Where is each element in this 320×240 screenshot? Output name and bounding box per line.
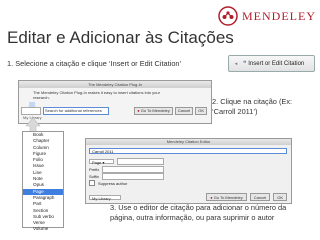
suppress-author-row: Suppress author: [89, 180, 127, 186]
suffix-row: Suffix: [89, 173, 164, 180]
brand-name: MENDELEY: [242, 8, 316, 23]
citation-editor-title: Mendeley Citation Editor: [86, 139, 291, 145]
doc-text-line-1: The Mendeley Citation Plug-In makes it e…: [33, 90, 160, 95]
step-1-text: 1. Selecione a citação e clique ‘Insert …: [7, 59, 182, 68]
mendeley-small-icon: ●: [210, 194, 213, 200]
step-2-line-2: ‘Carroll 2011’): [212, 107, 258, 116]
editor-go-to-mendeley-button[interactable]: ● Go To Mendeley: [206, 193, 247, 201]
word-document-text: The Mendeley Citation Plug-In makes it e…: [33, 90, 160, 100]
word-ok-button[interactable]: OK: [195, 106, 207, 115]
editor-cancel-button[interactable]: Cancel: [249, 193, 271, 201]
suffix-label: Suffix: [89, 174, 99, 179]
reference-search-input[interactable]: Search for additional references: [43, 106, 109, 115]
step-2-text: 2. Clique na citação (Ex: ‘Carroll 2011’…: [212, 97, 292, 117]
editor-go-to-mendeley-label: Go To Mendeley: [213, 194, 243, 200]
cancel-label: Cancel: [177, 108, 191, 113]
citation-token-field[interactable]: Carroll 2011: [89, 148, 287, 154]
prefix-row: Prefix: [89, 166, 165, 173]
prefix-label: Prefix: [89, 167, 100, 172]
toolbar-group-marker: ◂: [234, 60, 238, 67]
suffix-input[interactable]: [101, 173, 164, 180]
doc-text-line-2: research.: [33, 95, 50, 100]
editor-cancel-label: Cancel: [253, 194, 267, 200]
locator-row: Page ▾: [89, 158, 164, 165]
step-3-line-1: 3. Use o editor de citação para adiciona…: [110, 203, 287, 212]
word-citation-toolbar: Search for additional references ● Go To…: [21, 106, 207, 115]
go-to-mendeley-button[interactable]: ● Go To Mendeley: [134, 106, 173, 115]
citation-field[interactable]: [21, 106, 41, 115]
step-3-text: 3. Use o editor de citação para adiciona…: [110, 203, 286, 223]
word-window-title: The Mendeley Citation Plug-In: [19, 81, 211, 88]
mendeley-logo-icon: [218, 6, 238, 26]
locator-select-value: Page: [92, 160, 102, 165]
word-plugin-window: The Mendeley Citation Plug-In The Mendel…: [18, 80, 212, 124]
library-select[interactable]: My Library: [89, 194, 121, 201]
ok-label: OK: [198, 108, 204, 113]
step-2-line-1: 2. Clique na citação (Ex:: [212, 97, 293, 106]
library-select-value: My Library: [92, 195, 111, 201]
reference-search-placeholder: Search for additional references: [45, 108, 102, 113]
go-to-mendeley-label: Go To Mendeley: [140, 108, 170, 113]
suppress-author-checkbox[interactable]: [89, 180, 95, 186]
locator-dropdown-list[interactable]: Book Chapter Column Figure Folio Issue Line Not…: [22, 131, 64, 231]
locator-select[interactable]: Page ▾: [89, 159, 114, 165]
locator-option[interactable]: Volume: [23, 226, 63, 232]
suppress-author-label: Suppress author: [98, 180, 128, 186]
mendeley-small-icon: ●: [137, 108, 140, 113]
mendeley-brand: MENDELEY: [218, 4, 316, 28]
citation-icon: ❝: [243, 61, 247, 67]
citation-editor-dialog: Mendeley Citation Editor Carroll 2011 Pa…: [85, 138, 292, 204]
editor-ok-button[interactable]: OK: [273, 193, 287, 201]
step-3-line-2: página, outra informação, ou para suprim…: [110, 213, 275, 222]
locator-input[interactable]: [117, 158, 164, 165]
editor-bottom-bar: My Library ● Go To Mendeley Cancel OK: [89, 193, 287, 201]
prefix-input[interactable]: [102, 166, 165, 173]
editor-ok-label: OK: [277, 194, 283, 200]
insert-edit-citation-label: Insert or Edit Citation: [248, 60, 305, 67]
insert-edit-citation-button[interactable]: ◂ ❝ Insert or Edit Citation: [228, 55, 315, 72]
word-cancel-button[interactable]: Cancel: [174, 106, 194, 115]
page-title: Editar e Adicionar às Citações: [7, 28, 234, 47]
